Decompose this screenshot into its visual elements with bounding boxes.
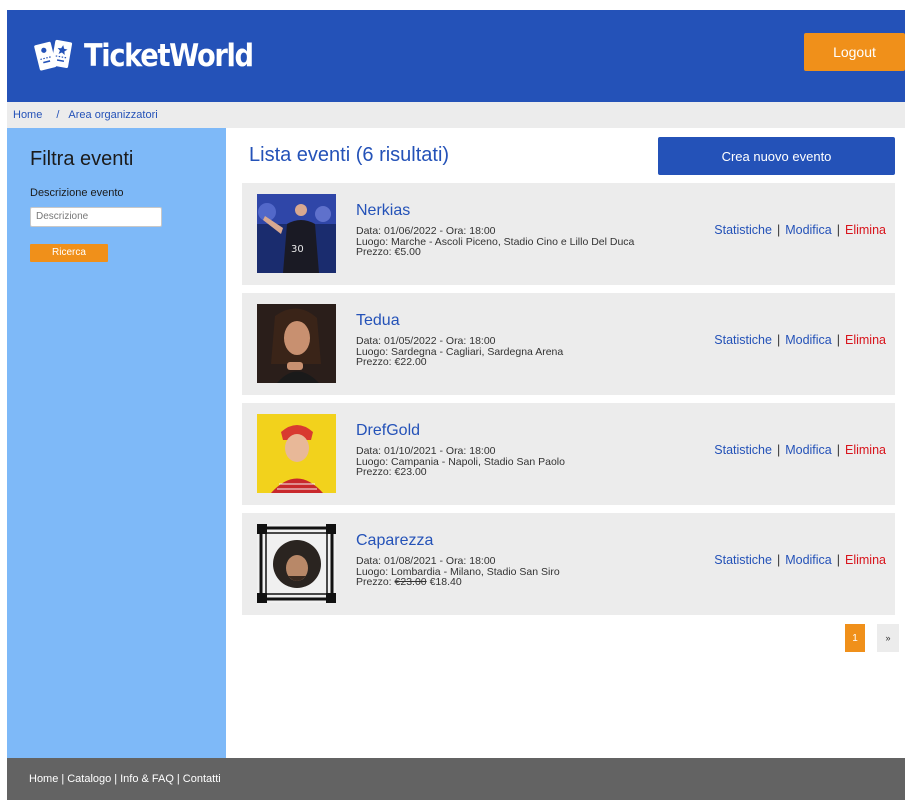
footer-separator: |: [61, 773, 65, 785]
event-date: Data: 01/05/2022 - Ora: 18:00: [356, 335, 496, 347]
description-input[interactable]: [30, 206, 162, 227]
event-price: €18.40: [429, 576, 462, 588]
event-image: [257, 414, 336, 493]
action-separator: |: [836, 443, 840, 457]
action-separator: |: [776, 223, 781, 237]
action-separator: |: [776, 553, 781, 567]
footer: Home | Catalogo | Info & FAQ | Contatti: [7, 758, 905, 800]
event-image: [257, 304, 336, 383]
footer-link-info-faq[interactable]: Info & FAQ: [120, 773, 174, 785]
delete-link[interactable]: Elimina: [845, 223, 886, 237]
footer-separator: |: [176, 773, 180, 785]
event-image: [257, 524, 336, 603]
price-label: Prezzo:: [356, 466, 395, 478]
action-separator: |: [836, 223, 840, 237]
event-actions: Statistiche | Modifica | Elimina: [714, 443, 886, 457]
event-price: €23.00: [394, 466, 427, 478]
stats-link[interactable]: Statistiche: [714, 333, 772, 347]
stats-link[interactable]: Statistiche: [714, 443, 772, 457]
footer-link-catalogo[interactable]: Catalogo: [67, 773, 111, 785]
footer-separator: |: [114, 773, 118, 785]
event-image: 30: [257, 194, 336, 273]
price-label: Prezzo:: [356, 246, 395, 258]
event-name[interactable]: DrefGold: [356, 422, 420, 440]
footer-link-home[interactable]: Home: [29, 773, 58, 785]
breadcrumb: Home / Area organizzatori: [7, 102, 905, 128]
event-details: Data: 01/06/2022 - Ora: 18:00 Luogo: Mar…: [356, 226, 634, 258]
search-button[interactable]: Ricerca: [30, 243, 108, 262]
filter-title: Filtra eventi: [30, 148, 134, 170]
breadcrumb-separator: /: [56, 109, 60, 121]
event-price: €5.00: [394, 246, 421, 258]
delete-link[interactable]: Elimina: [845, 443, 886, 457]
logo[interactable]: TicketWorld: [34, 36, 276, 76]
event-price: €22.00: [394, 356, 427, 368]
edit-link[interactable]: Modifica: [785, 553, 832, 567]
next-page-button[interactable]: »: [877, 624, 899, 652]
event-details: Data: 01/05/2022 - Ora: 18:00 Luogo: Sar…: [356, 336, 563, 368]
event-old-price: €23.00: [394, 576, 427, 588]
footer-link-contatti[interactable]: Contatti: [183, 773, 221, 785]
stats-link[interactable]: Statistiche: [714, 223, 772, 237]
event-price-line: Prezzo: €23.00: [356, 467, 565, 478]
event-actions: Statistiche | Modifica | Elimina: [714, 333, 886, 347]
event-name[interactable]: Tedua: [356, 312, 400, 330]
event-card: 30 Nerkias Data: 01/06/2022 - Ora: 18:00…: [242, 183, 895, 285]
stats-link[interactable]: Statistiche: [714, 553, 772, 567]
app-frame: TicketWorld Logout Home / Area organizza…: [7, 10, 905, 800]
action-separator: |: [836, 553, 840, 567]
brand-name: TicketWorld: [84, 38, 254, 74]
header: TicketWorld Logout: [7, 10, 905, 102]
logout-button[interactable]: Logout: [804, 33, 905, 71]
action-separator: |: [776, 443, 781, 457]
event-details: Data: 01/10/2021 - Ora: 18:00 Luogo: Cam…: [356, 446, 565, 478]
event-price-line: Prezzo: €23.00 €18.40: [356, 577, 560, 588]
event-details: Data: 01/08/2021 - Ora: 18:00 Luogo: Lom…: [356, 556, 560, 588]
page-1-button[interactable]: 1: [845, 624, 865, 652]
delete-link[interactable]: Elimina: [845, 333, 886, 347]
action-separator: |: [776, 333, 781, 347]
edit-link[interactable]: Modifica: [785, 443, 832, 457]
edit-link[interactable]: Modifica: [785, 223, 832, 237]
event-card: DrefGold Data: 01/10/2021 - Ora: 18:00 L…: [242, 403, 895, 505]
event-actions: Statistiche | Modifica | Elimina: [714, 553, 886, 567]
event-date: Data: 01/10/2021 - Ora: 18:00: [356, 445, 496, 457]
edit-link[interactable]: Modifica: [785, 333, 832, 347]
event-date: Data: 01/06/2022 - Ora: 18:00: [356, 225, 496, 237]
delete-link[interactable]: Elimina: [845, 553, 886, 567]
event-price-line: Prezzo: €22.00: [356, 357, 563, 368]
filter-sidebar: Filtra eventi Descrizione evento Ricerca: [7, 128, 226, 758]
event-card: Tedua Data: 01/05/2022 - Ora: 18:00 Luog…: [242, 293, 895, 395]
event-list-title: Lista eventi (6 risultati): [249, 144, 450, 166]
event-name[interactable]: Nerkias: [356, 202, 410, 220]
breadcrumb-current-link[interactable]: Area organizzatori: [68, 109, 157, 121]
tickets-icon: [34, 37, 74, 75]
action-separator: |: [836, 333, 840, 347]
event-date: Data: 01/08/2021 - Ora: 18:00: [356, 555, 496, 567]
event-price-line: Prezzo: €5.00: [356, 247, 634, 258]
event-name[interactable]: Caparezza: [356, 532, 433, 550]
create-event-button[interactable]: Crea nuovo evento: [658, 137, 895, 175]
event-actions: Statistiche | Modifica | Elimina: [714, 223, 886, 237]
svg-text:30: 30: [291, 244, 304, 255]
breadcrumb-home-link[interactable]: Home: [13, 109, 42, 121]
description-label: Descrizione evento: [30, 187, 124, 199]
main-content: Lista eventi (6 risultati) Crea nuovo ev…: [226, 128, 905, 758]
event-card: Caparezza Data: 01/08/2021 - Ora: 18:00 …: [242, 513, 895, 615]
price-label: Prezzo:: [356, 356, 395, 368]
price-label: Prezzo:: [356, 576, 395, 588]
